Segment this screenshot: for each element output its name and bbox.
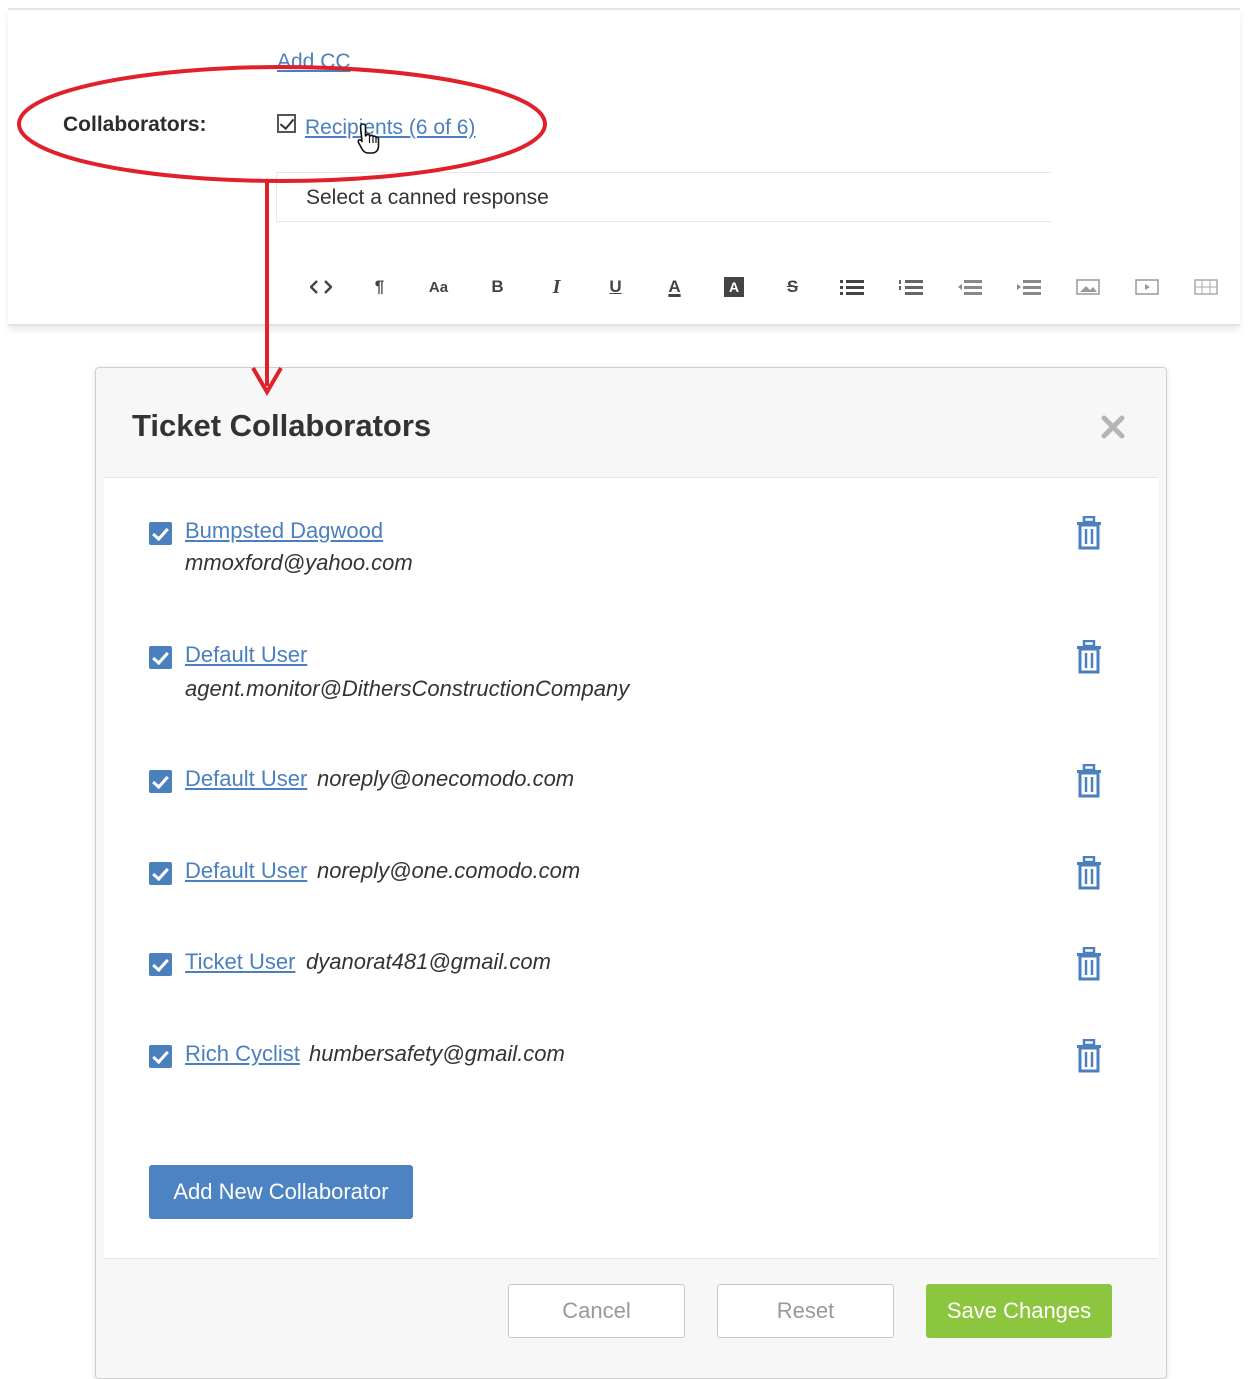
collaborator-name-link[interactable]: Ticket User: [185, 949, 295, 975]
indent-icon[interactable]: [999, 272, 1058, 302]
code-view-icon[interactable]: [291, 272, 350, 302]
font-color-icon[interactable]: A: [645, 272, 704, 302]
collaborator-name-link[interactable]: Default User: [185, 766, 307, 792]
outdent-icon[interactable]: [940, 272, 999, 302]
collaborator-email: noreply@onecomodo.com: [317, 766, 575, 791]
add-new-collaborator-button[interactable]: Add New Collaborator: [149, 1165, 413, 1219]
close-icon[interactable]: [1098, 412, 1128, 442]
collaborator-email: dyanorat481@gmail.com: [306, 949, 551, 974]
collaborator-name-link[interactable]: Default User: [185, 858, 307, 884]
add-cc-link[interactable]: Add CC: [277, 50, 351, 74]
svg-text:A: A: [728, 279, 738, 295]
ticket-collaborators-dialog: Ticket Collaborators Bumpsted Dagwood mm…: [95, 367, 1167, 1379]
underline-icon[interactable]: U: [586, 272, 645, 302]
trash-icon[interactable]: [1074, 516, 1104, 550]
collaborators-list: Bumpsted Dagwood mmoxford@yahoo.com Defa…: [104, 477, 1158, 1259]
collaborator-checkbox[interactable]: [149, 862, 172, 885]
hand-cursor-icon: [357, 123, 380, 154]
collaborator-name-link[interactable]: Default User: [185, 642, 307, 668]
italic-icon[interactable]: I: [527, 272, 586, 302]
collaborator-checkbox[interactable]: [149, 522, 172, 545]
dialog-title: Ticket Collaborators: [132, 408, 432, 443]
insert-video-icon[interactable]: [1117, 272, 1176, 302]
editor-toolbar: ¶ Aa B I U A A S: [291, 272, 1235, 302]
trash-icon[interactable]: [1074, 947, 1104, 981]
trash-icon[interactable]: [1074, 640, 1104, 674]
trash-icon[interactable]: [1074, 764, 1104, 798]
reply-form-snippet: Add CC Collaborators: Recipients (6 of 6…: [8, 8, 1240, 326]
collaborator-checkbox[interactable]: [149, 646, 172, 669]
background-color-icon[interactable]: A: [704, 272, 763, 302]
canned-response-select[interactable]: Select a canned response: [276, 172, 1051, 222]
collaborator-checkbox[interactable]: [149, 770, 172, 793]
paragraph-icon[interactable]: ¶: [350, 272, 409, 302]
bold-icon[interactable]: B: [468, 272, 527, 302]
collaborator-email: mmoxford@yahoo.com: [185, 550, 413, 575]
collaborator-email: agent.monitor@DithersConstructionCompany: [185, 676, 630, 701]
bullet-list-icon[interactable]: [822, 272, 881, 302]
trash-icon[interactable]: [1074, 856, 1104, 890]
insert-image-icon[interactable]: [1058, 272, 1117, 302]
collaborator-checkbox[interactable]: [149, 1045, 172, 1068]
numbered-list-icon[interactable]: [881, 272, 940, 302]
font-size-icon[interactable]: Aa: [409, 272, 468, 302]
trash-icon[interactable]: [1074, 1039, 1104, 1073]
recipients-checkbox[interactable]: [277, 114, 296, 133]
collaborator-email: noreply@one.comodo.com: [317, 858, 581, 883]
cancel-button[interactable]: Cancel: [508, 1284, 685, 1338]
save-changes-button[interactable]: Save Changes: [926, 1284, 1112, 1338]
collaborators-label: Collaborators:: [63, 113, 207, 136]
collaborator-name-link[interactable]: Rich Cyclist: [185, 1041, 300, 1067]
collaborator-name-link[interactable]: Bumpsted Dagwood: [185, 518, 383, 544]
insert-table-icon[interactable]: [1176, 272, 1235, 302]
recipients-link[interactable]: Recipients (6 of 6): [305, 116, 475, 140]
reset-button[interactable]: Reset: [717, 1284, 894, 1338]
collaborator-checkbox[interactable]: [149, 953, 172, 976]
collaborator-email: humbersafety@gmail.com: [309, 1041, 565, 1066]
strikethrough-icon[interactable]: S: [763, 272, 822, 302]
